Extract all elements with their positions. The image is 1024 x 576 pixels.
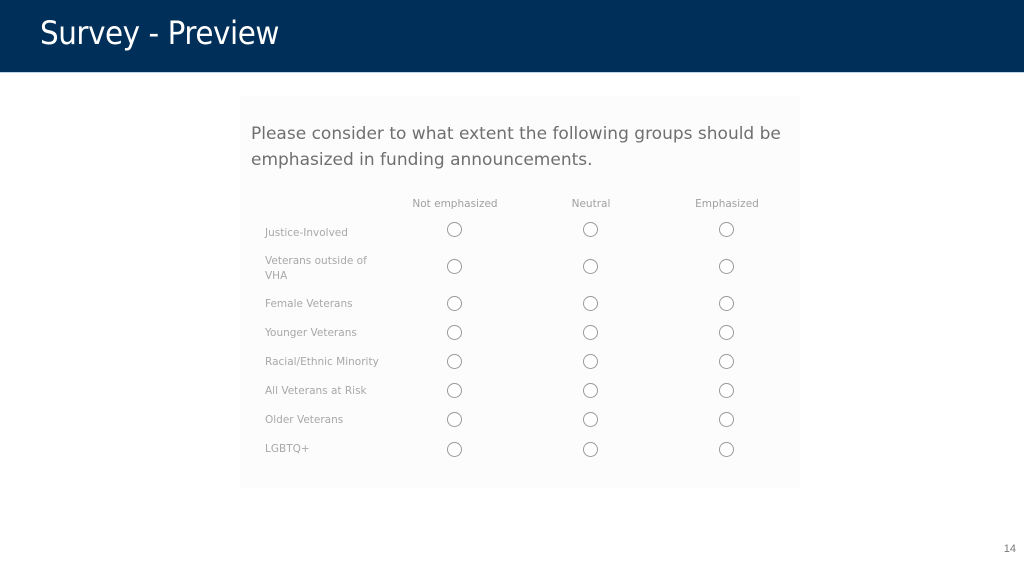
radio-neutral[interactable] (583, 412, 598, 427)
row-label: Younger Veterans (265, 327, 357, 339)
radio-emphasized[interactable] (719, 259, 734, 274)
survey-preview-panel: Please consider to what extent the follo… (240, 96, 800, 488)
row-label: Justice-Involved (265, 227, 348, 239)
radio-emphasized[interactable] (719, 325, 734, 340)
survey-question: Please consider to what extent the follo… (251, 124, 781, 170)
radio-neutral[interactable] (583, 442, 598, 457)
row-label: All Veterans at Risk (265, 385, 367, 397)
radio-emphasized[interactable] (719, 222, 734, 237)
radio-not-emphasized[interactable] (447, 259, 462, 274)
radio-emphasized[interactable] (719, 442, 734, 457)
radio-neutral[interactable] (583, 354, 598, 369)
row-label: LGBTQ+ (265, 443, 310, 455)
slide-header: Survey - Preview (0, 0, 1024, 73)
radio-not-emphasized[interactable] (447, 325, 462, 340)
row-label: Veterans outside of VHA (265, 255, 367, 282)
radio-not-emphasized[interactable] (447, 412, 462, 427)
page-number: 14 (1003, 543, 1016, 555)
radio-neutral[interactable] (583, 383, 598, 398)
slide-title: Survey - Preview (40, 14, 279, 52)
column-header-emphasized: Emphasized (695, 198, 759, 210)
radio-not-emphasized[interactable] (447, 222, 462, 237)
radio-emphasized[interactable] (719, 354, 734, 369)
radio-emphasized[interactable] (719, 383, 734, 398)
row-label: Female Veterans (265, 298, 353, 310)
radio-emphasized[interactable] (719, 412, 734, 427)
row-label: Racial/Ethnic Minority (265, 356, 379, 368)
radio-neutral[interactable] (583, 259, 598, 274)
radio-not-emphasized[interactable] (447, 354, 462, 369)
radio-emphasized[interactable] (719, 296, 734, 311)
radio-not-emphasized[interactable] (447, 442, 462, 457)
radio-not-emphasized[interactable] (447, 383, 462, 398)
row-label: Older Veterans (265, 414, 344, 426)
radio-neutral[interactable] (583, 222, 598, 237)
column-header-neutral: Neutral (571, 198, 611, 210)
radio-neutral[interactable] (583, 325, 598, 340)
radio-neutral[interactable] (583, 296, 598, 311)
radio-not-emphasized[interactable] (447, 296, 462, 311)
column-header-not-emphasized: Not emphasized (412, 198, 498, 210)
